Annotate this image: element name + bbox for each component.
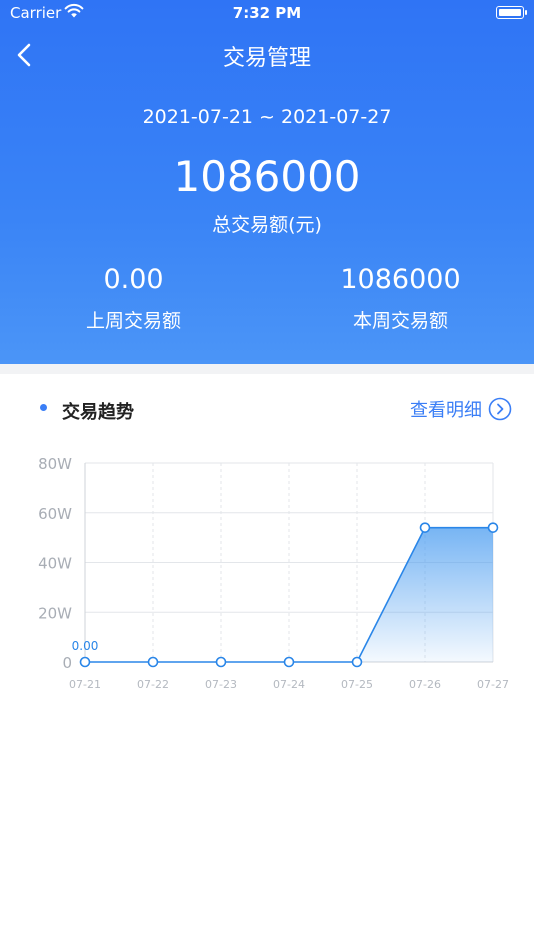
date-range: 2021-07-21 ~ 2021-07-27: [142, 106, 392, 128]
view-details-label: 查看明细: [410, 400, 482, 421]
status-bar: Carrier 7:32 PM: [0, 0, 534, 28]
x-tick-label: 07-21: [69, 678, 101, 691]
battery-icon: [496, 6, 527, 19]
last-week-value: 0.00: [103, 264, 164, 295]
x-tick-label: 07-22: [137, 678, 169, 691]
data-point: [351, 656, 363, 668]
data-point: [283, 656, 295, 668]
view-details-link[interactable]: 查看明细: [410, 396, 512, 422]
data-label: 0.00: [72, 639, 99, 653]
bullet-dot-icon: [40, 404, 47, 411]
this-week-value: 1086000: [340, 264, 461, 295]
trend-chart: 0 20W 40W 60W 80W 07-21 07-22 07-23 07-24 07-25 07…: [38, 455, 509, 691]
clock: 7:32 PM: [232, 4, 302, 22]
y-tick-label: 40W: [38, 555, 72, 573]
data-point: [419, 522, 431, 533]
last-week-stat: 0.00 上周交易额: [0, 264, 267, 333]
data-point: [215, 656, 227, 668]
x-tick-label: 07-27: [477, 678, 509, 691]
total-amount-label: 总交易额(元): [212, 214, 322, 236]
this-week-label: 本周交易额: [352, 310, 448, 332]
total-amount-value: 1086000: [173, 152, 361, 201]
chevron-right-circle-icon: [488, 397, 512, 421]
y-tick-label: 60W: [38, 505, 72, 523]
x-tick-label: 07-25: [341, 678, 373, 691]
page-title: 交易管理: [222, 46, 311, 71]
y-tick-label: 0: [62, 654, 72, 672]
data-point: [487, 522, 499, 533]
this-week-stat: 1086000 本周交易额: [267, 264, 534, 333]
x-tick-label: 07-23: [205, 678, 237, 691]
data-point: [147, 656, 159, 668]
data-point: [79, 656, 91, 668]
last-week-label: 上周交易额: [85, 310, 181, 332]
x-tick-label: 07-24: [273, 678, 305, 691]
trend-section-title: 交易趋势: [62, 402, 134, 423]
x-tick-label: 07-26: [409, 678, 441, 691]
summary-header: Carrier 7:32 PM 交易管理 2021-07-21 ~ 2021-0…: [0, 0, 534, 364]
y-tick-label: 80W: [38, 455, 72, 473]
y-tick-label: 20W: [38, 604, 72, 622]
section-divider: [0, 364, 534, 374]
